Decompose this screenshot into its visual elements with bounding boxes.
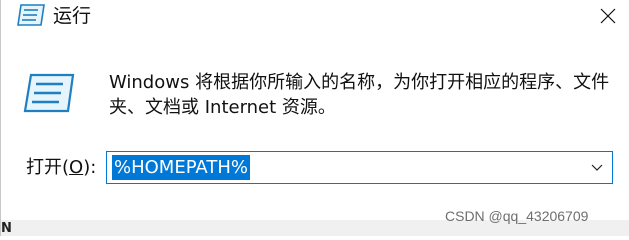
title-bar[interactable]: 运行 (1, 0, 629, 36)
run-dialog-icon (17, 4, 45, 26)
open-label-mnemonic: O (69, 157, 84, 178)
chevron-down-icon (591, 164, 603, 171)
run-dialog: 运行 Windows 将根据你所输入的名称，为你打开相应的程序、文件夹、文档或 … (0, 0, 629, 236)
dropdown-button[interactable] (584, 153, 610, 182)
run-program-icon (23, 73, 75, 113)
open-input[interactable]: %HOMEPATH% (112, 155, 250, 180)
window-title: 运行 (53, 5, 92, 27)
cut-off-text: N (1, 221, 12, 236)
close-icon (600, 8, 616, 24)
close-button[interactable] (585, 0, 629, 32)
watermark: CSDN @qq_43206709 (445, 208, 589, 224)
dialog-description: Windows 将根据你所输入的名称，为你打开相应的程序、文件夹、文档或 Int… (109, 72, 610, 118)
open-label-suffix: ): (83, 157, 97, 178)
open-label: 打开(O): (26, 157, 96, 179)
open-combobox[interactable]: %HOMEPATH% (106, 151, 613, 184)
open-label-prefix: 打开( (26, 157, 70, 178)
